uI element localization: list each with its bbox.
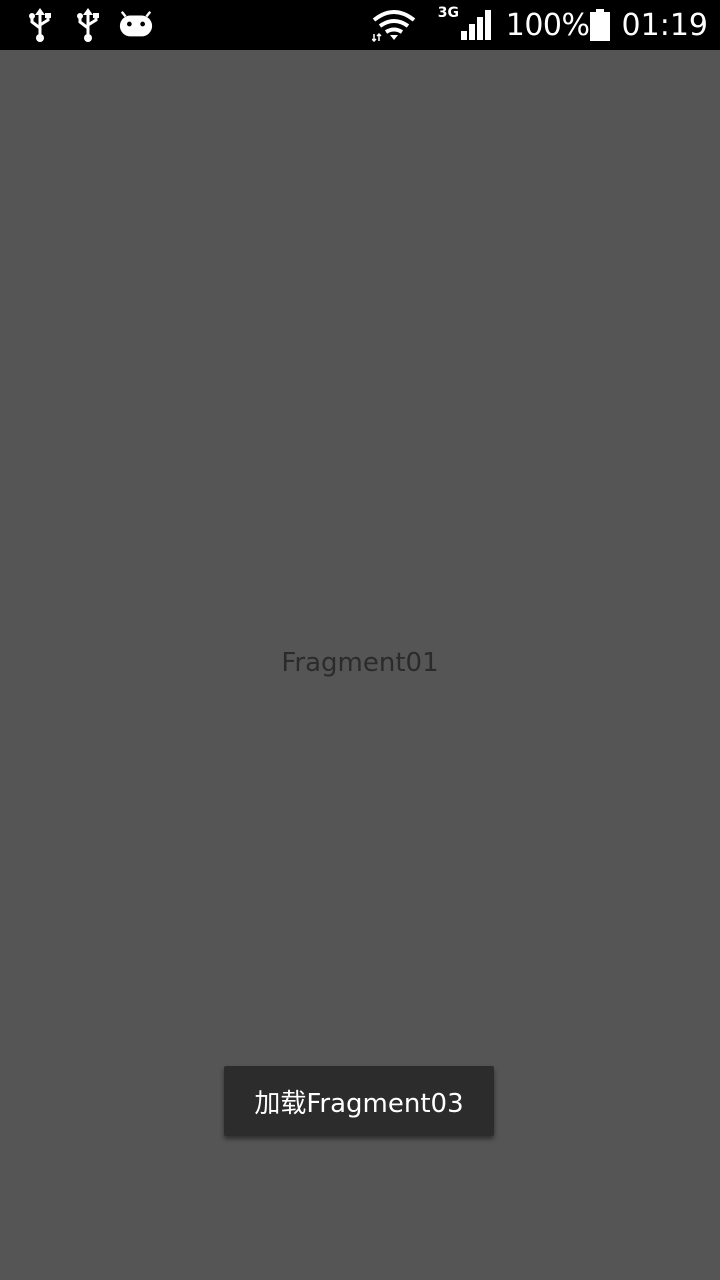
android-debug-icon: [118, 7, 154, 43]
app-screen: 3G 100% 01:19 Fragment01 加载Fragment03: [0, 0, 720, 1280]
fragment-container: Fragment01 加载Fragment03: [0, 50, 720, 1280]
network-type-label: 3G: [437, 5, 459, 21]
usb-icon: [70, 7, 106, 43]
battery-percent: 100%: [505, 7, 590, 43]
usb-icon: [22, 7, 58, 43]
battery-icon: [589, 9, 610, 41]
system-icons: 3G 100% 01:19: [371, 5, 708, 43]
cell-signal-icon: 3G: [437, 5, 492, 43]
load-fragment-button[interactable]: 加载Fragment03: [224, 1066, 494, 1136]
notification-icons: [22, 7, 154, 43]
fragment-text: Fragment01: [281, 648, 439, 678]
status-clock: 01:19: [621, 7, 708, 43]
status-bar: 3G 100% 01:19: [0, 0, 720, 50]
wifi-icon: [371, 8, 416, 42]
